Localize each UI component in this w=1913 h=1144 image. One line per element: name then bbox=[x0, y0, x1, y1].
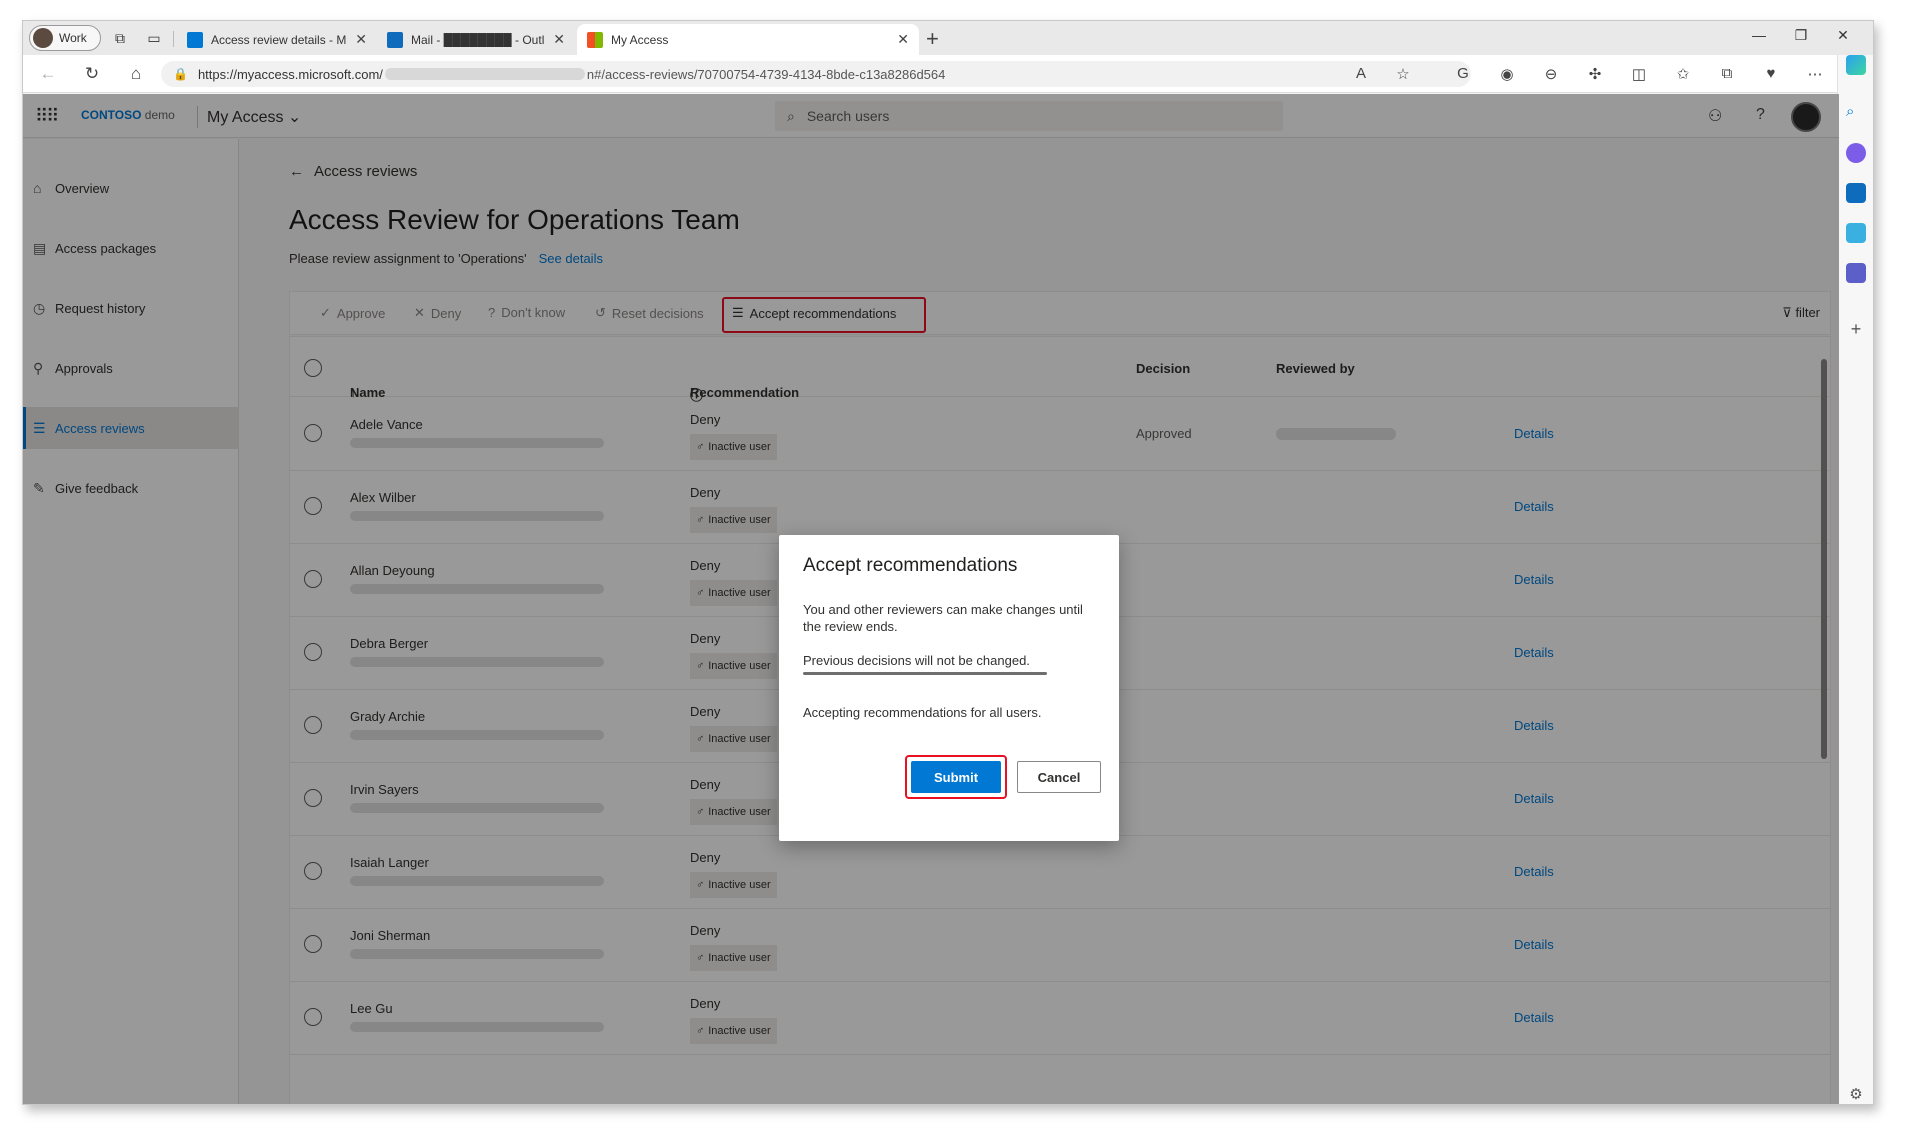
shopping-icon[interactable] bbox=[1846, 143, 1866, 163]
url-redacted bbox=[384, 68, 585, 80]
my-access-app: ⠿⠿ CONTOSO demo My Access ⌄ ⌕ Search use… bbox=[23, 94, 1839, 1104]
dialog-title: Accept recommendations bbox=[803, 555, 1018, 576]
tab-strip: Work ⧉ ▭ Access review details - Microso… bbox=[23, 21, 1873, 55]
text-underline-mark bbox=[803, 672, 1047, 675]
dialog-text: You and other reviewers can make changes… bbox=[803, 602, 1083, 634]
outlook-icon[interactable] bbox=[1846, 183, 1866, 203]
favorite-star-icon[interactable]: ☆ bbox=[1393, 65, 1413, 83]
extensions-icon[interactable]: ✣ bbox=[1585, 65, 1605, 83]
edge-sidebar: ⌕ + ⚙ bbox=[1837, 55, 1873, 1104]
profile-label: Work bbox=[59, 31, 87, 45]
split-screen-icon[interactable]: ◫ bbox=[1629, 65, 1649, 83]
tab-title: Mail - ████████ - Outl bbox=[411, 32, 545, 47]
url-prefix: https://myaccess.microsoft.com/ bbox=[197, 66, 383, 82]
tab-title: My Access bbox=[611, 32, 669, 47]
lock-icon: 🔒 bbox=[173, 67, 188, 81]
back-icon[interactable]: ← bbox=[37, 64, 59, 84]
extension-icon[interactable]: ◉ bbox=[1497, 65, 1517, 83]
tab-access-review-details[interactable]: Access review details - Microsoft ✕ bbox=[177, 24, 377, 55]
tab-mail[interactable]: Mail - ████████ - Outl ✕ bbox=[377, 24, 575, 55]
address-bar[interactable]: 🔒 https://myaccess.microsoft.com/ n#/acc… bbox=[161, 61, 1471, 87]
google-icon[interactable]: G bbox=[1453, 65, 1473, 82]
copilot-icon[interactable] bbox=[1846, 55, 1866, 75]
performance-icon[interactable]: ♥ bbox=[1761, 65, 1781, 82]
cancel-button[interactable]: Cancel bbox=[1017, 761, 1101, 793]
microsoft-icon bbox=[587, 31, 603, 48]
search-icon[interactable]: ⌕ bbox=[1846, 103, 1866, 123]
minimize-icon[interactable]: — bbox=[1749, 27, 1769, 43]
extension-icon[interactable]: ⊖ bbox=[1541, 65, 1561, 83]
tab-actions-icon[interactable]: ▭ bbox=[145, 29, 163, 47]
new-tab-icon[interactable]: + bbox=[926, 26, 939, 52]
profile-button[interactable]: Work bbox=[29, 25, 101, 51]
accept-recommendations-dialog: Accept recommendations You and other rev… bbox=[779, 535, 1119, 841]
send-icon[interactable] bbox=[1846, 223, 1866, 243]
submit-button[interactable]: Submit bbox=[911, 761, 1001, 793]
settings-gear-icon[interactable]: ⚙ bbox=[1846, 1085, 1866, 1104]
address-row: ← ↻ ⌂ 🔒 https://myaccess.microsoft.com/ … bbox=[23, 55, 1873, 93]
azure-icon bbox=[187, 31, 203, 48]
collections-icon[interactable]: ⧉ bbox=[1717, 65, 1737, 82]
read-aloud-icon[interactable]: A bbox=[1351, 65, 1371, 82]
tab-title: Access review details - Microsoft bbox=[211, 32, 347, 47]
more-icon[interactable]: ⋯ bbox=[1805, 65, 1825, 83]
browser-window: Work ⧉ ▭ Access review details - Microso… bbox=[22, 20, 1874, 1105]
close-tab-icon[interactable]: ✕ bbox=[897, 31, 909, 48]
dialog-text: Accepting recommendations for all users. bbox=[803, 705, 1042, 720]
tab-separator bbox=[173, 31, 174, 47]
tab-my-access[interactable]: My Access ✕ bbox=[577, 24, 919, 55]
restore-icon[interactable]: ❐ bbox=[1791, 27, 1811, 44]
close-window-icon[interactable]: ✕ bbox=[1833, 27, 1853, 44]
refresh-icon[interactable]: ↻ bbox=[81, 64, 103, 84]
home-icon[interactable]: ⌂ bbox=[125, 64, 147, 84]
close-tab-icon[interactable]: ✕ bbox=[553, 31, 565, 48]
profile-avatar bbox=[33, 28, 53, 48]
outlook-icon bbox=[387, 31, 403, 48]
add-icon[interactable]: + bbox=[1846, 319, 1866, 339]
teams-icon[interactable] bbox=[1846, 263, 1866, 283]
favorites-icon[interactable]: ✩ bbox=[1673, 65, 1693, 83]
dialog-text: Previous decisions will not be changed. bbox=[803, 653, 1030, 668]
url-path: n#/access-reviews/70700754-4739-4134-8bd… bbox=[586, 66, 946, 82]
close-tab-icon[interactable]: ✕ bbox=[355, 31, 367, 48]
workspaces-icon[interactable]: ⧉ bbox=[111, 29, 129, 47]
